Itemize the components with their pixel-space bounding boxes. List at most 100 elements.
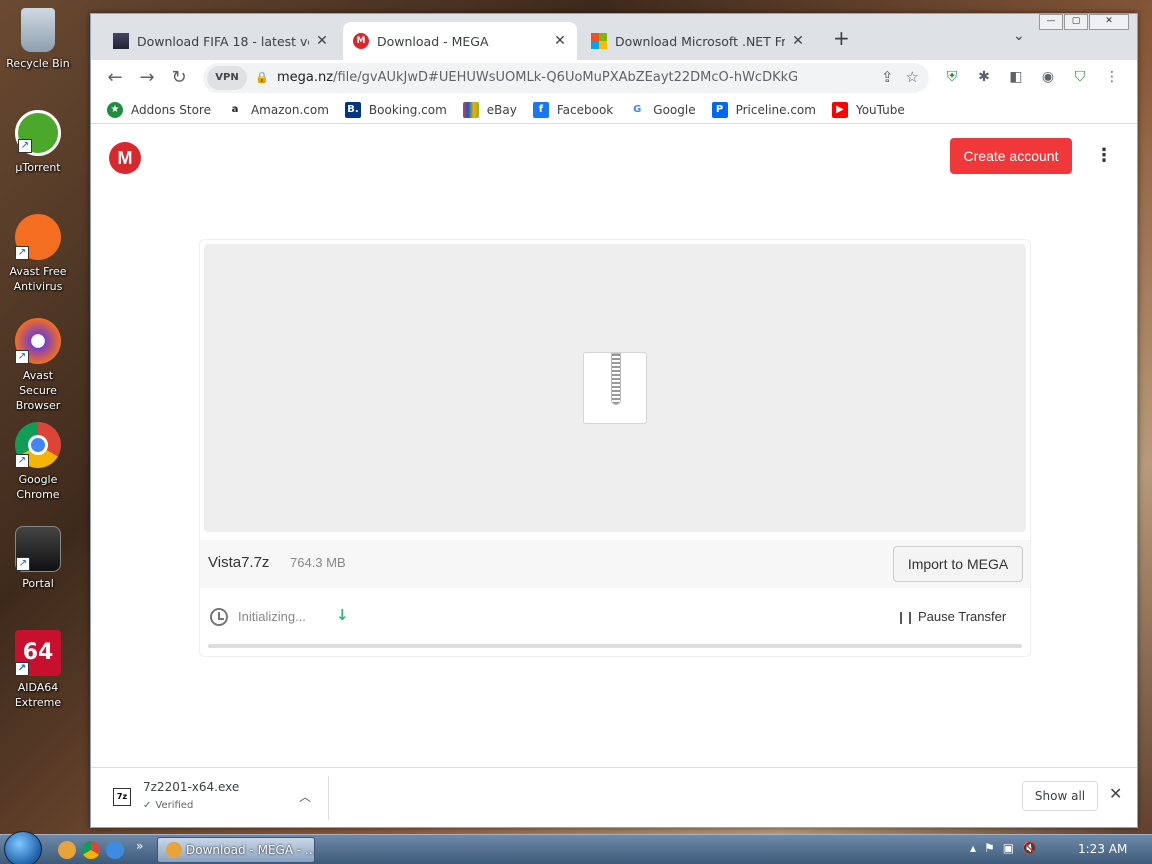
security-extension-icon[interactable]: ⛉ (1069, 66, 1091, 88)
start-button[interactable] (4, 831, 42, 864)
desktop-icon-portal[interactable]: ↗ Portal (0, 526, 76, 591)
system-tray: ▴ ⚑ ▣ 🔇 (970, 841, 1037, 855)
tray-expand-icon[interactable]: ▴ (970, 841, 976, 855)
bookmark-label: Amazon.com (250, 102, 329, 117)
pause-icon[interactable]: ❙❙ (896, 610, 915, 624)
archive-file-icon (583, 352, 647, 424)
download-arrow-icon: ↓ (336, 606, 349, 624)
bookmark-facebook[interactable]: f Facebook (532, 101, 613, 118)
taskbar-clock[interactable]: 1:23 AM (1078, 842, 1127, 856)
url-domain: mega.nz (277, 70, 334, 85)
file-size: 764.3 MB (290, 555, 346, 570)
bookmark-label: eBay (486, 102, 517, 117)
import-to-mega-button[interactable]: Import to MEGA (893, 546, 1023, 582)
desktop-icon-aida64[interactable]: 64 ↗ AIDA64 Extreme (0, 630, 76, 710)
maximize-button[interactable]: ▢ (1064, 14, 1088, 30)
desktop-icon-recycle-bin[interactable]: Recycle Bin (0, 8, 76, 71)
forward-button[interactable]: → (135, 66, 159, 90)
tab-dotnet[interactable]: Download Microsoft .NET Framew ✕ (581, 22, 815, 60)
tab-title: Download FIFA 18 - latest version (137, 33, 309, 49)
tab-search-button[interactable]: ⌄ (1013, 28, 1025, 44)
desktop-icon-label: AIDA64 Extreme (14, 681, 62, 709)
progress-bar (208, 644, 1022, 648)
extensions-puzzle-icon[interactable]: ✱ (973, 66, 995, 88)
bookmark-amazon[interactable]: a Amazon.com (226, 101, 329, 118)
browser-taskbar-icon (166, 842, 182, 858)
close-downloads-bar-icon[interactable]: ✕ (1109, 784, 1122, 803)
mega-logo[interactable]: M (109, 142, 141, 174)
show-all-button[interactable]: Show all (1022, 781, 1098, 811)
taskbar: » Download - MEGA - ... ▴ ⚑ ▣ 🔇 1:23 AM (0, 831, 1152, 864)
bookmark-label: Priceline.com (735, 102, 816, 117)
action-center-flag-icon[interactable]: ⚑ (984, 841, 995, 855)
shortcut-arrow-icon: ↗ (15, 454, 29, 468)
bookmark-priceline[interactable]: P Priceline.com (711, 101, 816, 118)
zipper-icon (611, 353, 621, 405)
address-bar[interactable]: VPN 🔒 mega.nz/file/gvAUkJwD#UEHUWsUOMLk-… (203, 63, 929, 93)
desktop-icon-avast[interactable]: ↗ Avast Free Antivirus (0, 214, 76, 294)
profile-icon[interactable]: ◉ (1037, 66, 1059, 88)
network-icon[interactable]: ▣ (1003, 841, 1014, 855)
close-icon[interactable]: ✕ (791, 33, 805, 49)
taskbar-window-label: Download - MEGA - ... (186, 843, 315, 857)
shortcut-arrow-icon: ↗ (15, 662, 29, 676)
chrome-menu-icon[interactable]: ⋮ (1101, 66, 1123, 88)
microsoft-favicon-icon (591, 33, 607, 49)
avast-icon: ↗ (15, 214, 61, 260)
file-name: Vista7.7z (208, 554, 270, 571)
share-icon[interactable]: ⇪ (881, 68, 894, 86)
reload-button[interactable]: ↻ (167, 66, 191, 90)
bookmark-label: Booking.com (368, 102, 447, 117)
bookmarks-bar: ★ Addons Store a Amazon.com B. Booking.com … (91, 96, 1137, 124)
pause-transfer-button[interactable]: Pause Transfer (918, 609, 1006, 624)
bookmark-star-icon[interactable]: ☆ (906, 68, 919, 86)
close-icon[interactable]: ✕ (553, 33, 567, 49)
booking-icon: B. (344, 101, 361, 118)
facebook-icon: f (532, 101, 549, 118)
avast-browser-icon: ↗ (15, 318, 61, 364)
volume-muted-icon[interactable]: 🔇 (1022, 841, 1037, 855)
bookmark-youtube[interactable]: ▶ YouTube (831, 101, 905, 118)
back-button[interactable]: ← (103, 66, 127, 90)
google-icon: G (629, 101, 646, 118)
url-text[interactable]: mega.nz/file/gvAUkJwD#UEHUWsUOMLk-Q6UoMu… (277, 70, 797, 85)
ie-taskbar-icon[interactable] (106, 841, 124, 859)
desktop-icon-label: Avast Secure Browser (15, 369, 61, 412)
bookmark-google[interactable]: G Google (629, 101, 696, 118)
7zip-file-icon: 7z (113, 788, 131, 806)
transfer-status: Initializing... (238, 609, 306, 624)
download-item[interactable]: 7z 7z2201-x64.exe ✓ Verified ︿ (103, 776, 329, 820)
more-menu-icon[interactable]: ⋮ (1095, 145, 1113, 167)
adblock-extension-icon[interactable]: ⛨ (941, 66, 963, 88)
chrome-taskbar-icon[interactable] (82, 841, 100, 859)
bookmark-booking[interactable]: B. Booking.com (344, 101, 447, 118)
desktop-icon-chrome[interactable]: ↗ Google Chrome (0, 422, 76, 502)
desktop-icon-utorrent[interactable]: ↗ µTorrent (0, 110, 76, 175)
close-window-button[interactable]: ✕ (1089, 14, 1129, 30)
new-tab-button[interactable]: + (833, 26, 850, 50)
bookmark-ebay[interactable]: eBay (462, 101, 517, 118)
quick-launch-expand-icon[interactable]: » (136, 839, 143, 853)
minimize-button[interactable]: — (1039, 14, 1063, 30)
bookmark-addons-store[interactable]: ★ Addons Store (107, 101, 211, 118)
utorrent-icon: ↗ (15, 110, 61, 156)
chevron-up-icon[interactable]: ︿ (299, 788, 311, 805)
lock-icon[interactable]: 🔒 (255, 71, 269, 84)
browser-window: Download FIFA 18 - latest version ✕ M Do… (90, 13, 1138, 828)
chrome-icon: ↗ (15, 422, 61, 468)
avast-browser-taskbar-icon[interactable] (58, 841, 76, 859)
file-preview (204, 244, 1026, 532)
clock-icon (210, 608, 228, 626)
fifa-favicon-icon (113, 33, 129, 49)
vpn-badge[interactable]: VPN (207, 66, 247, 90)
window-controls: — ▢ ✕ (1039, 14, 1129, 30)
create-account-button[interactable]: Create account (950, 138, 1072, 174)
recycle-bin-icon (21, 8, 55, 52)
taskbar-window-button[interactable]: Download - MEGA - ... (157, 837, 315, 863)
tab-fifa[interactable]: Download FIFA 18 - latest version ✕ (103, 22, 339, 60)
desktop-icon-avast-browser[interactable]: ↗ Avast Secure Browser (0, 318, 76, 413)
close-icon[interactable]: ✕ (315, 33, 329, 49)
downloads-bar: 7z 7z2201-x64.exe ✓ Verified ︿ Show all ✕ (91, 767, 1137, 827)
side-panel-icon[interactable]: ◧ (1005, 66, 1027, 88)
tab-mega[interactable]: M Download - MEGA ✕ (343, 22, 577, 60)
